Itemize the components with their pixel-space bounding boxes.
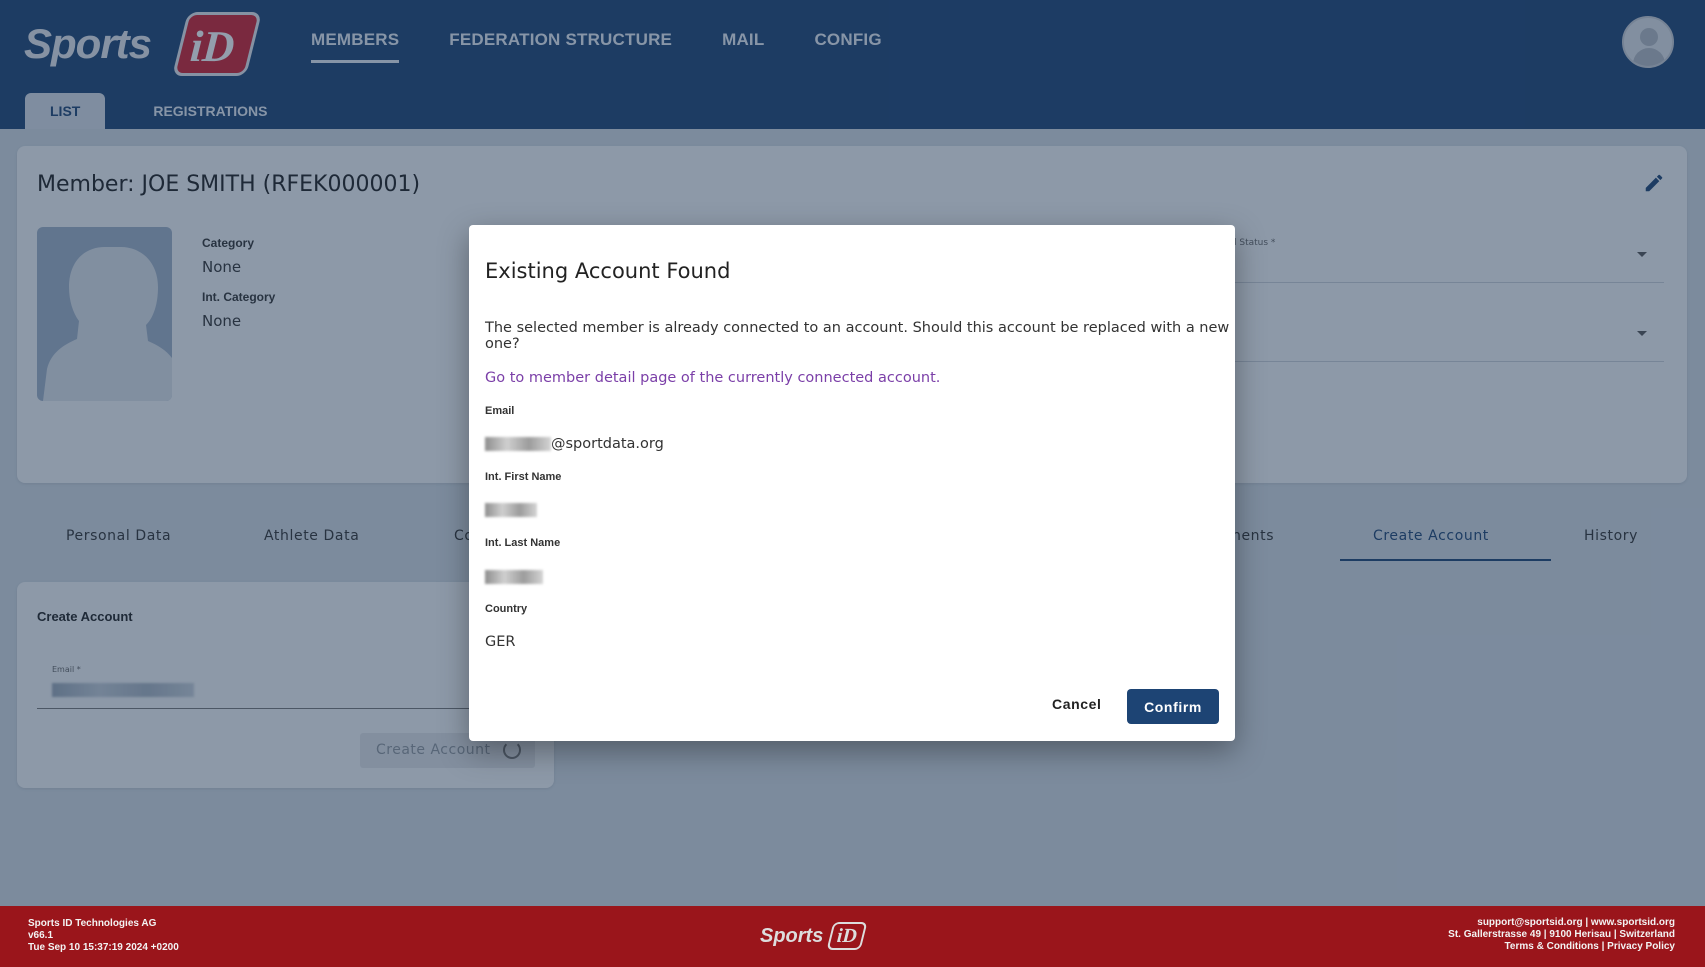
footer-contact-links[interactable]: support@sportsid.org | www.sportsid.org bbox=[1448, 917, 1675, 929]
email-label: Email bbox=[485, 405, 515, 417]
footer-build-date: Tue Sep 10 15:37:19 2024 +0200 bbox=[28, 942, 179, 953]
last-name-label: Int. Last Name bbox=[485, 537, 561, 549]
dialog-message: The selected member is already connected… bbox=[485, 320, 1230, 352]
footer-logo: Sports iD bbox=[760, 920, 868, 954]
redacted-email-user bbox=[485, 437, 551, 451]
footer: Sports ID Technologies AG v66.1 Tue Sep … bbox=[0, 906, 1705, 967]
cancel-button[interactable]: Cancel bbox=[1052, 696, 1102, 712]
footer-company: Sports ID Technologies AG bbox=[28, 918, 157, 929]
redacted-first-name bbox=[485, 503, 537, 517]
first-name-label: Int. First Name bbox=[485, 471, 562, 483]
confirm-button[interactable]: Confirm bbox=[1127, 689, 1219, 724]
footer-logo-badge: iD bbox=[826, 922, 868, 950]
existing-account-dialog: Existing Account Found The selected memb… bbox=[469, 225, 1235, 741]
last-name-value bbox=[485, 569, 543, 585]
country-label: Country bbox=[485, 603, 528, 615]
footer-version: v66.1 bbox=[28, 930, 54, 941]
footer-info: Sports ID Technologies AG v66.1 Tue Sep … bbox=[28, 918, 179, 954]
footer-logo-badge-text: iD bbox=[836, 925, 858, 947]
member-detail-link[interactable]: Go to member detail page of the currentl… bbox=[485, 370, 940, 386]
footer-legal-links[interactable]: Terms & Conditions | Privacy Policy bbox=[1448, 941, 1675, 953]
redacted-last-name bbox=[485, 570, 543, 584]
footer-address: St. Gallerstrasse 49 | 9100 Herisau | Sw… bbox=[1448, 929, 1675, 940]
dialog-title: Existing Account Found bbox=[485, 259, 731, 283]
footer-contact: support@sportsid.org | www.sportsid.org … bbox=[1448, 917, 1675, 953]
first-name-value bbox=[485, 502, 537, 518]
country-value: GER bbox=[485, 634, 516, 650]
email-value: @sportdata.org bbox=[485, 436, 664, 452]
email-domain: @sportdata.org bbox=[551, 436, 664, 452]
footer-logo-wordmark: Sports bbox=[760, 925, 824, 947]
